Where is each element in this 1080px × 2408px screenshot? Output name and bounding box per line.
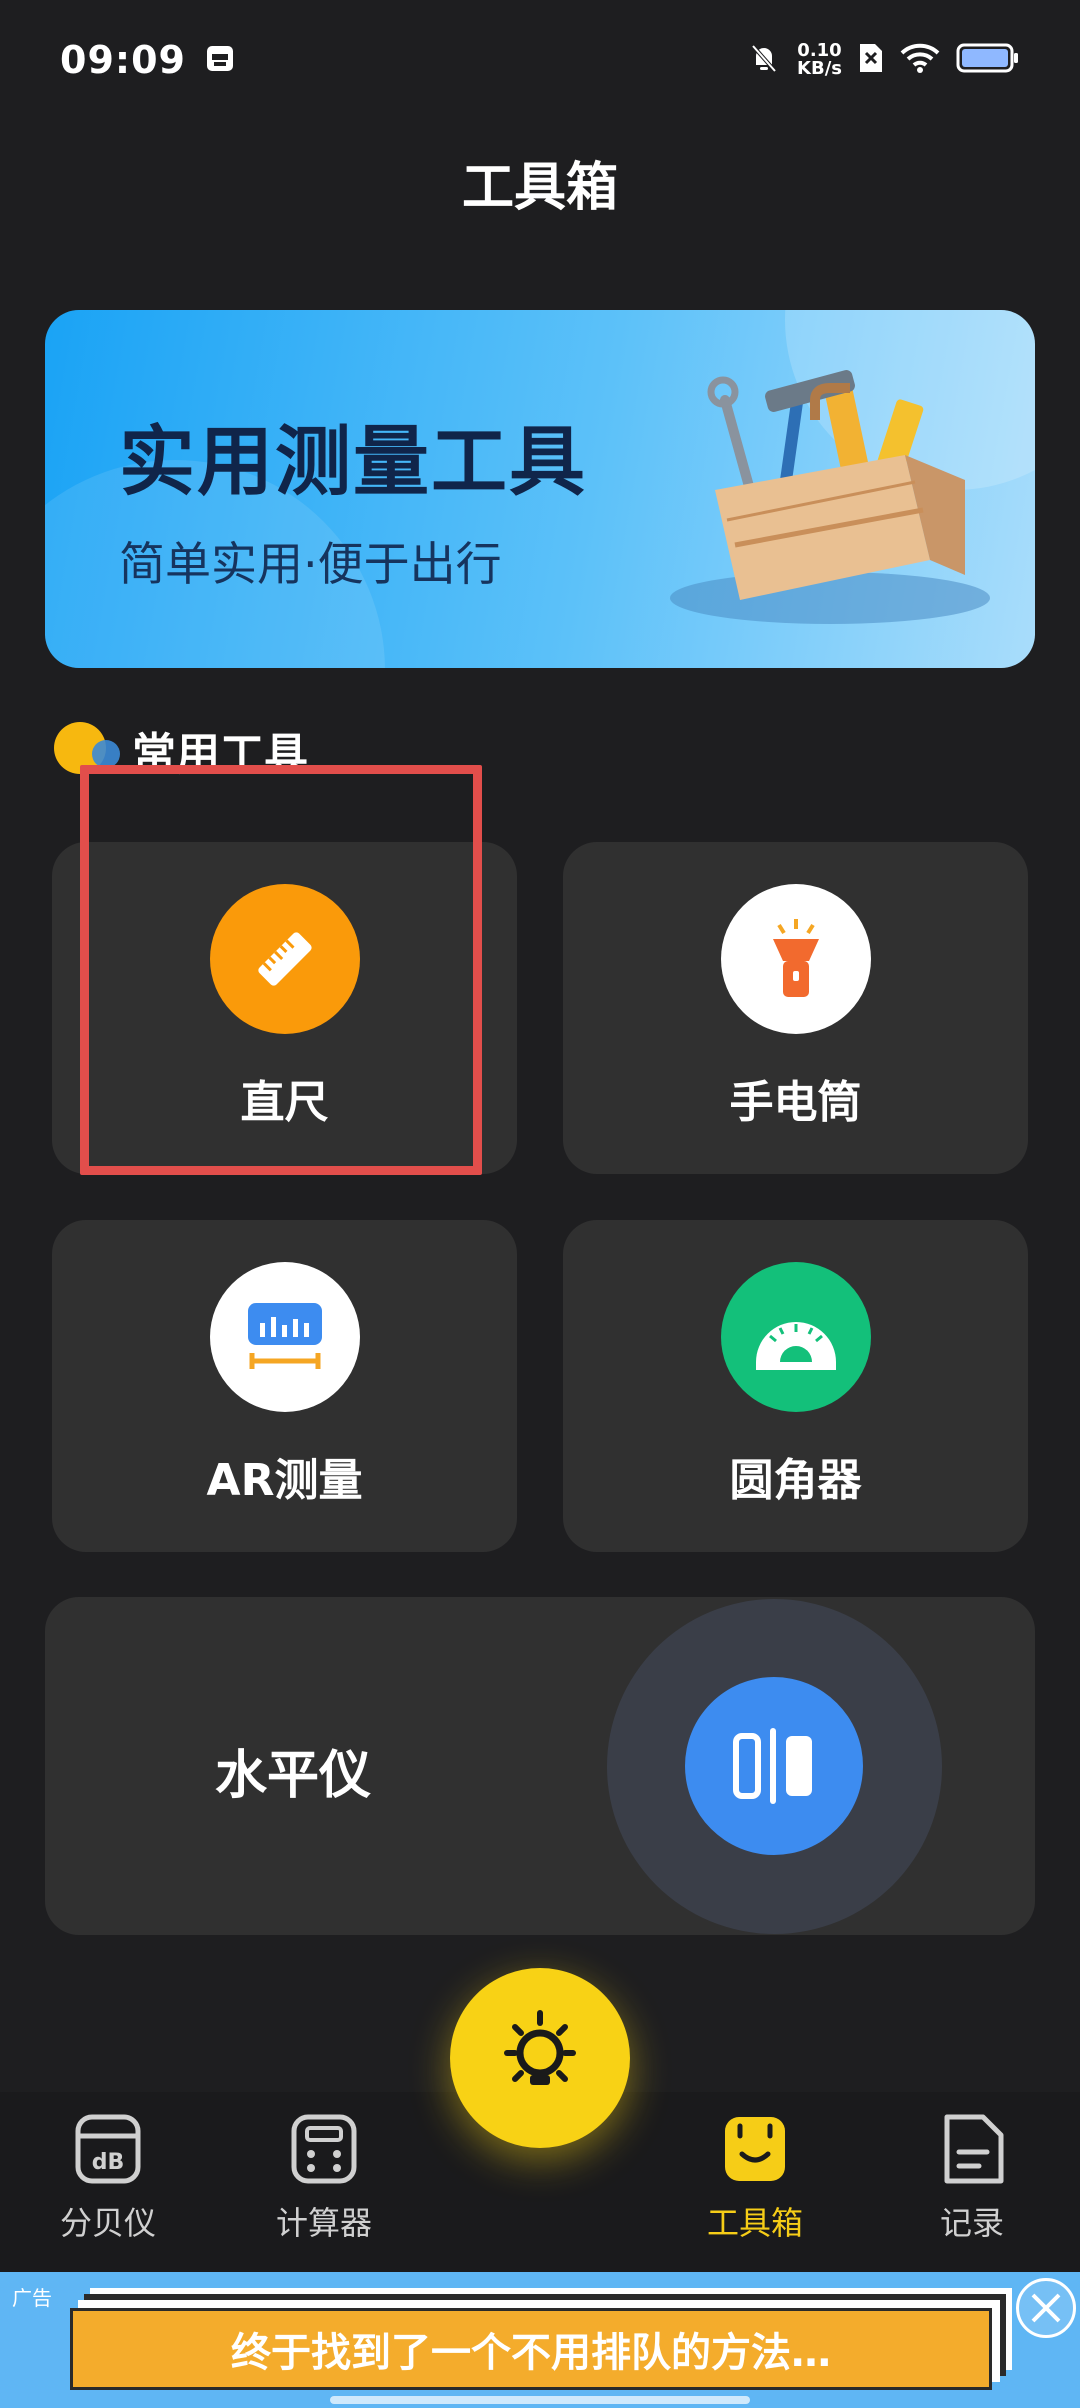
tool-card-flashlight[interactable]: 手电筒 [563, 842, 1028, 1174]
flashlight-icon [720, 884, 871, 1034]
tool-label: 圆角器 [729, 1455, 862, 1506]
ad-tag: 广告 [12, 2286, 52, 2310]
highlight-box [80, 765, 482, 1175]
decibel-icon: dB [75, 2114, 141, 2188]
ad-content[interactable]: 终于找到了一个不用排队的方法… [70, 2308, 992, 2390]
ar-measure-icon [209, 1262, 360, 1412]
svg-text:dB: dB [92, 2150, 125, 2175]
mute-bell-icon [747, 41, 781, 79]
net-speed-unit: KB/s [797, 58, 842, 79]
tool-card-ar-measure[interactable]: AR测量 [52, 1220, 517, 1552]
nav-item-record[interactable]: 记录 [882, 2114, 1062, 2244]
battery-icon [956, 42, 1020, 78]
wifi-icon [900, 42, 940, 78]
tool-label: 手电筒 [729, 1077, 862, 1128]
nav-label: 分贝仪 [59, 2204, 156, 2242]
nav-item-decibel[interactable]: dB 分贝仪 [18, 2114, 198, 2244]
protractor-icon [720, 1262, 871, 1412]
record-icon [939, 2114, 1005, 2188]
toolbox-icon [722, 2114, 788, 2188]
toolbox-illustration-icon [670, 370, 990, 624]
status-time: 09:09 [60, 38, 186, 82]
banner-subtitle: 简单实用·便于出行 [119, 537, 502, 591]
level-label: 水平仪 [215, 1746, 372, 1806]
tool-card-protractor[interactable]: 圆角器 [563, 1220, 1028, 1552]
tool-label: AR测量 [206, 1455, 363, 1506]
banner-title: 实用测量工具 [119, 417, 587, 506]
status-bar: 09:09 0.10 KB/s [0, 0, 1080, 120]
nav-label: 记录 [939, 2204, 1004, 2242]
close-icon[interactable] [1016, 2278, 1076, 2338]
calculator-icon [291, 2114, 357, 2188]
net-speed: 0.10 KB/s [797, 42, 842, 78]
nav-label: 工具箱 [706, 2204, 803, 2242]
promo-banner[interactable]: 实用测量工具 简单实用·便于出行 [45, 310, 1035, 668]
page-title: 工具箱 [461, 158, 618, 218]
tool-card-level[interactable]: 水平仪 [45, 1597, 1035, 1935]
light-bulb-icon [485, 2001, 595, 2115]
nav-label: 计算器 [275, 2204, 372, 2242]
sim-off-icon [858, 42, 884, 78]
level-icon[interactable] [685, 1677, 863, 1855]
light-bulb-button[interactable] [450, 1968, 630, 2148]
ad-banner[interactable]: 广告 终于找到了一个不用排队的方法… [0, 2272, 1080, 2408]
home-indicator[interactable] [330, 2396, 750, 2404]
nav-item-toolbox[interactable]: 工具箱 [665, 2114, 845, 2244]
ad-text: 终于找到了一个不用排队的方法… [231, 2330, 831, 2376]
nav-item-calculator[interactable]: 计算器 [234, 2114, 414, 2244]
calendar-icon [204, 42, 236, 78]
